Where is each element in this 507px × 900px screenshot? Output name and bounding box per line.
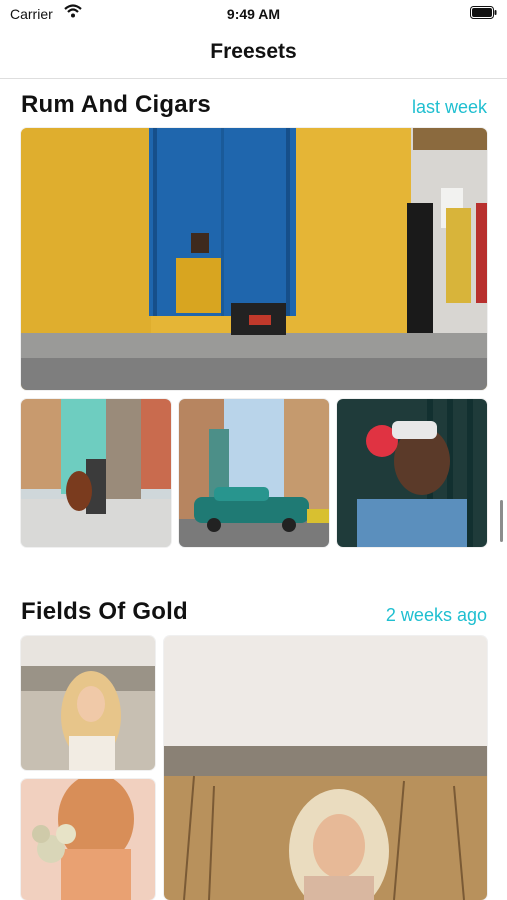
page-title: Freesets: [210, 40, 297, 63]
scroll-indicator: [500, 500, 503, 542]
section-title-rum-and-cigars[interactable]: Rum And Cigars: [21, 91, 211, 119]
photo-girl-in-wheat-field[interactable]: [164, 636, 487, 900]
section-date: last week: [411, 97, 487, 117]
photo-blonde-girl-field[interactable]: [21, 636, 155, 770]
section-date: 2 weeks ago: [385, 605, 487, 625]
photo-teal-vintage-car[interactable]: [179, 399, 329, 547]
section-title-fields-of-gold[interactable]: Fields Of Gold: [21, 598, 188, 626]
photo-woman-with-cigar[interactable]: [337, 399, 487, 547]
clock: 9:49 AM: [226, 6, 281, 22]
photo-cello-street[interactable]: [21, 399, 171, 547]
photo-trumpet-player[interactable]: [21, 128, 487, 390]
navigation-bar: Freesets: [0, 28, 507, 79]
status-bar: Carrier 9:49 AM: [0, 0, 507, 28]
photo-girl-with-flowers[interactable]: [21, 779, 155, 900]
battery-icon: [470, 6, 497, 19]
